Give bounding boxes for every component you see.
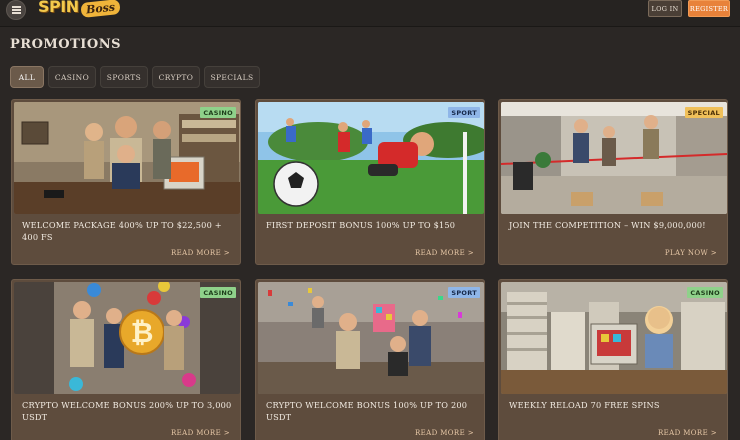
promo-card[interactable]: SPECIAL JOIN THE COMPETITION – WIN $9,00… (498, 99, 728, 265)
promo-card[interactable]: CASINO WELCOME PACKAGE 400% UP TO $22,50… (11, 99, 241, 265)
promo-title: CRYPTO WELCOME BONUS 100% UP TO 200 USDT (266, 400, 468, 422)
read-more-link[interactable]: READ MORE > (415, 249, 474, 257)
logo-boss-text: Boss (79, 0, 121, 18)
promo-image-paper-stacks: CASINO (501, 282, 727, 394)
tag-special: SPECIAL (684, 107, 723, 118)
promo-card[interactable]: SPORT FIRST DEPOSIT BONUS 100% UP TO $15… (255, 99, 485, 265)
read-more-link[interactable]: READ MORE > (171, 429, 230, 437)
promo-image-bitcoin-elevator: ₿ CASINO (14, 282, 240, 394)
promo-title: WELCOME PACKAGE 400% UP TO $22,500 + 400… (22, 220, 222, 242)
tag-sport: SPORT (448, 287, 480, 298)
promo-title: CRYPTO WELCOME BONUS 200% UP TO 3,000 US… (22, 400, 232, 422)
logo-spin-text: SPIN (38, 0, 79, 16)
menu-icon (11, 9, 21, 11)
spinboss-logo[interactable]: SPIN Boss (38, 0, 121, 21)
filter-crypto[interactable]: CRYPTO (152, 66, 200, 88)
promo-image-office-party: SPORT (258, 282, 484, 394)
promo-title: FIRST DEPOSIT BONUS 100% UP TO $150 (266, 220, 456, 230)
tag-casino: CASINO (200, 107, 236, 118)
promo-card[interactable]: CASINO WEEKLY RELOAD 70 FREE SPINS READ … (498, 279, 728, 440)
tag-casino: CASINO (687, 287, 723, 298)
promo-card[interactable]: ₿ CASINO CRYPTO WELCOME BONUS 200% UP TO… (11, 279, 241, 440)
login-button[interactable]: LOG IN (648, 0, 682, 17)
promo-image-office-boss: CASINO (14, 102, 240, 214)
tag-casino: CASINO (200, 287, 236, 298)
promo-title: JOIN THE COMPETITION – WIN $9,000,000! (509, 220, 706, 230)
promo-card[interactable]: SPORT CRYPTO WELCOME BONUS 100% UP TO 20… (255, 279, 485, 440)
filter-sports[interactable]: SPORTS (100, 66, 148, 88)
filter-casino[interactable]: CASINO (48, 66, 96, 88)
hamburger-menu-button[interactable] (6, 0, 26, 20)
promo-image-office-race: SPECIAL (501, 102, 727, 214)
tag-sport: SPORT (448, 107, 480, 118)
svg-text:₿: ₿ (131, 316, 154, 349)
register-button[interactable]: REGISTER (688, 0, 730, 17)
promo-title: WEEKLY RELOAD 70 FREE SPINS (509, 400, 660, 410)
read-more-link[interactable]: READ MORE > (658, 429, 717, 437)
filter-specials[interactable]: SPECIALS (204, 66, 260, 88)
page-title: PROMOTIONS (10, 37, 121, 52)
top-header: SPIN Boss LOG IN REGISTER (0, 0, 740, 27)
play-now-link[interactable]: PLAY NOW > (665, 249, 717, 257)
read-more-link[interactable]: READ MORE > (415, 429, 474, 437)
promo-image-football: SPORT (258, 102, 484, 214)
filter-all[interactable]: ALL (10, 66, 44, 88)
read-more-link[interactable]: READ MORE > (171, 249, 230, 257)
